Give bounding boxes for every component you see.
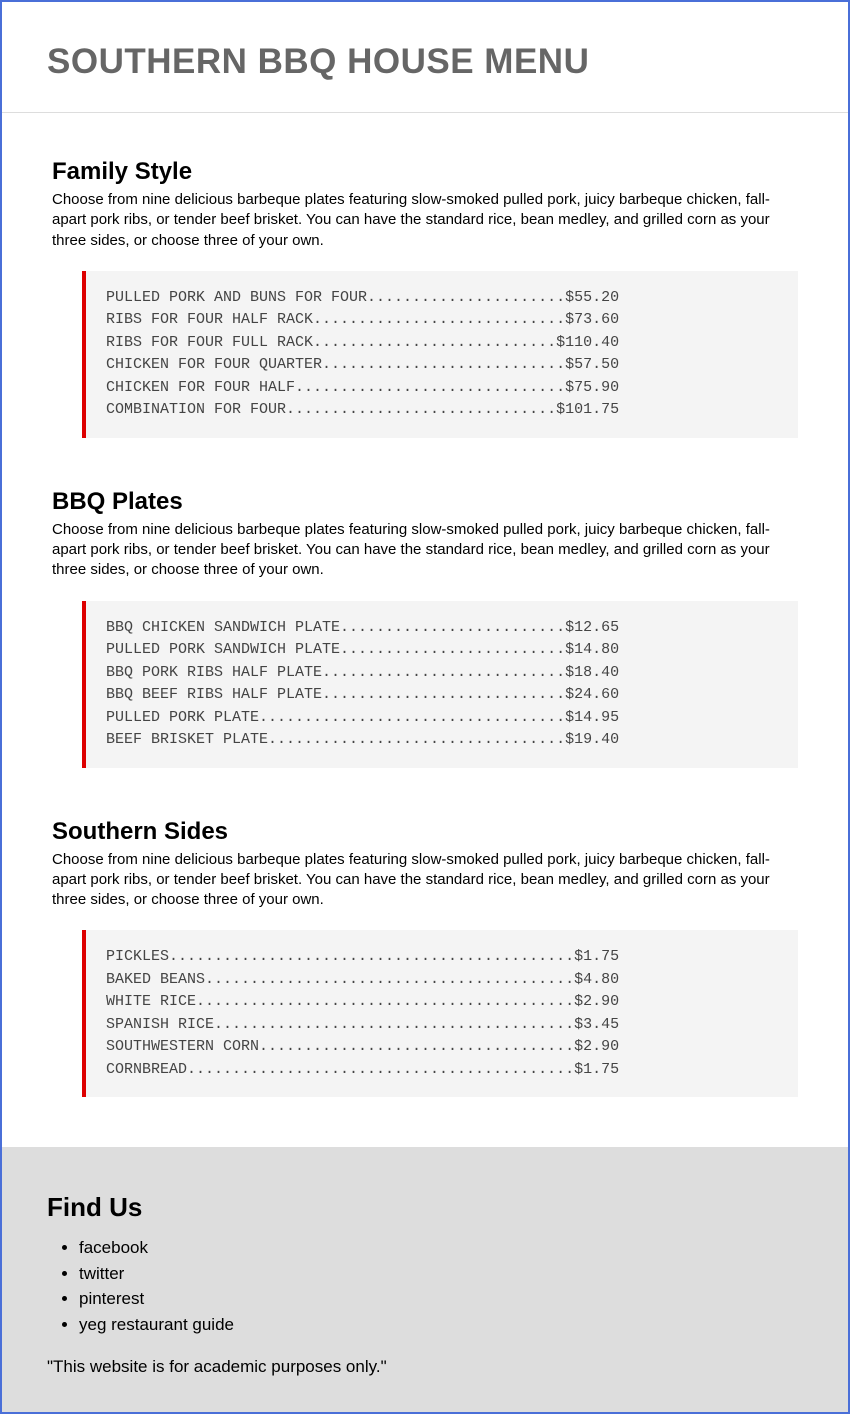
section-description: Choose from nine delicious barbeque plat… (52, 850, 798, 911)
section-title: BBQ Plates (52, 488, 798, 516)
menu-items-block: PULLED PORK AND BUNS FOR FOUR...........… (82, 271, 798, 438)
social-link[interactable]: facebook (79, 1235, 803, 1261)
menu-items-block: PICKLES.................................… (82, 930, 798, 1097)
footer-title: Find Us (47, 1192, 803, 1223)
page-title: SOUTHERN BBQ HOUSE MENU (47, 42, 803, 82)
section-description: Choose from nine delicious barbeque plat… (52, 520, 798, 581)
menu-main: Family Style Choose from nine delicious b… (2, 113, 848, 1147)
social-link[interactable]: yeg restaurant guide (79, 1312, 803, 1338)
menu-section: Southern Sides Choose from nine delicious… (52, 818, 798, 1098)
page-footer: Find Us facebooktwitterpinterestyeg rest… (2, 1147, 848, 1412)
social-link[interactable]: twitter (79, 1261, 803, 1287)
social-links-list: facebooktwitterpinterestyeg restaurant g… (79, 1235, 803, 1337)
section-description: Choose from nine delicious barbeque plat… (52, 190, 798, 251)
menu-items-block: BBQ CHICKEN SANDWICH PLATE..............… (82, 601, 798, 768)
section-title: Southern Sides (52, 818, 798, 846)
page-header: SOUTHERN BBQ HOUSE MENU (2, 2, 848, 113)
disclaimer-text: "This website is for academic purposes o… (47, 1357, 803, 1377)
menu-section: Family Style Choose from nine delicious b… (52, 158, 798, 438)
menu-section: BBQ Plates Choose from nine delicious bar… (52, 488, 798, 768)
section-title: Family Style (52, 158, 798, 186)
social-link[interactable]: pinterest (79, 1286, 803, 1312)
